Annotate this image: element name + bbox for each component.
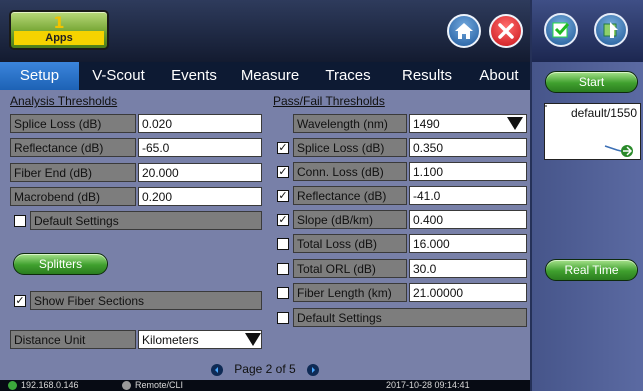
ip-address: 192.168.0.146 [21, 380, 79, 390]
top-bar: 1 Apps [0, 0, 530, 62]
pf-default-settings-checkbox[interactable] [277, 312, 289, 324]
pf-value[interactable]: 16.000 [409, 234, 527, 253]
tab-vscout[interactable]: V-Scout [79, 62, 158, 90]
pf-label: Splice Loss (dB) [293, 138, 407, 157]
macrobend-input[interactable]: 0.200 [138, 187, 262, 206]
default-settings-label: Default Settings [30, 211, 262, 230]
pager: Page 2 of 5 [0, 362, 530, 376]
arrow-right-icon [312, 366, 316, 373]
remote-status: Remote/CLI [135, 380, 184, 390]
prev-page-button[interactable] [210, 363, 223, 376]
pf-label: Total ORL (dB) [293, 259, 407, 278]
save-icon [603, 22, 618, 38]
realtime-button[interactable]: Real Time [545, 259, 638, 281]
setup-panel: Analysis Thresholds Splice Loss (dB) 0.0… [0, 90, 530, 380]
analysis-label: Splice Loss (dB) [10, 114, 136, 133]
pf-checkbox[interactable]: ✓ [277, 214, 289, 226]
pf-value[interactable]: 21.00000 [409, 283, 527, 302]
pf-checkbox[interactable] [277, 263, 289, 275]
pf-checkbox[interactable] [277, 287, 289, 299]
trace-thumbnail[interactable]: default/1550 [544, 103, 641, 160]
close-icon [498, 23, 514, 39]
show-fiber-sections-checkbox[interactable]: ✓ [14, 295, 26, 307]
pf-default-settings-label: Default Settings [293, 308, 527, 327]
page-indicator: Page 2 of 5 [234, 362, 296, 376]
datetime: 2017-10-28 09:14:41 [386, 380, 470, 390]
pf-label: Slope (dB/km) [293, 210, 407, 229]
tab-results[interactable]: Results [386, 62, 468, 90]
analysis-thresholds-title: Analysis Thresholds [10, 94, 118, 108]
distance-unit-select[interactable]: Kilometers [138, 330, 262, 349]
analysis-label: Reflectance (dB) [10, 138, 136, 157]
wavelength-label: Wavelength (nm) [293, 114, 407, 133]
pf-checkbox[interactable]: ✓ [277, 190, 289, 202]
start-button[interactable]: Start [545, 71, 638, 93]
default-settings-checkbox[interactable] [14, 215, 26, 227]
reporting-button[interactable] [544, 13, 578, 47]
apps-button[interactable]: 1 Apps [9, 10, 109, 50]
distance-unit-value: Kilometers [142, 333, 199, 347]
network-icon [8, 381, 17, 390]
pf-value[interactable]: 0.350 [409, 138, 527, 157]
report-icon [552, 22, 570, 38]
pf-value[interactable]: 0.400 [409, 210, 527, 229]
arrow-left-icon [214, 366, 218, 373]
tab-bar: Setup V-Scout Events Measure Traces Resu… [0, 62, 530, 90]
reflectance-input[interactable]: -65.0 [138, 138, 262, 157]
save-button[interactable] [594, 13, 628, 47]
remote-icon [122, 381, 131, 390]
close-button[interactable] [489, 14, 523, 48]
wavelength-value: 1490 [413, 117, 440, 131]
pf-label: Reflectance (dB) [293, 186, 407, 205]
pf-value[interactable]: 1.100 [409, 162, 527, 181]
pf-label: Total Loss (dB) [293, 234, 407, 253]
splitters-button[interactable]: Splitters [13, 253, 108, 275]
home-button[interactable] [447, 14, 481, 48]
tab-traces[interactable]: Traces [310, 62, 386, 90]
wavelength-select[interactable]: 1490 [409, 114, 527, 133]
tab-measure[interactable]: Measure [230, 62, 310, 90]
pf-checkbox[interactable]: ✓ [277, 166, 289, 178]
pf-label: Fiber Length (km) [293, 283, 407, 302]
dropdown-arrow-icon [245, 333, 261, 346]
pf-checkbox[interactable]: ✓ [277, 142, 289, 154]
splice-loss-input[interactable]: 0.020 [138, 114, 262, 133]
show-fiber-sections-label: Show Fiber Sections [30, 291, 262, 310]
fiber-end-input[interactable]: 20.000 [138, 163, 262, 182]
right-toolbar [532, 0, 643, 62]
status-bar: 192.168.0.146 Remote/CLI 2017-10-28 09:1… [0, 380, 530, 391]
pf-value[interactable]: 30.0 [409, 259, 527, 278]
home-icon [455, 23, 473, 39]
distance-unit-label: Distance Unit [10, 330, 136, 349]
pf-label: Conn. Loss (dB) [293, 162, 407, 181]
pf-value[interactable]: -41.0 [409, 186, 527, 205]
right-panel: Start default/1550 Real Time [530, 0, 643, 391]
tab-events[interactable]: Events [158, 62, 230, 90]
tab-about[interactable]: About [468, 62, 530, 90]
apps-count: 1 [53, 13, 65, 32]
tab-setup[interactable]: Setup [0, 62, 79, 90]
analysis-label: Macrobend (dB) [10, 187, 136, 206]
trace-icon [545, 105, 633, 157]
passfail-thresholds-title: Pass/Fail Thresholds [273, 94, 385, 108]
next-page-button[interactable] [307, 363, 320, 376]
analysis-label: Fiber End (dB) [10, 163, 136, 182]
apps-label: Apps [14, 31, 104, 45]
pf-checkbox[interactable] [277, 238, 289, 250]
dropdown-arrow-icon [507, 117, 523, 130]
